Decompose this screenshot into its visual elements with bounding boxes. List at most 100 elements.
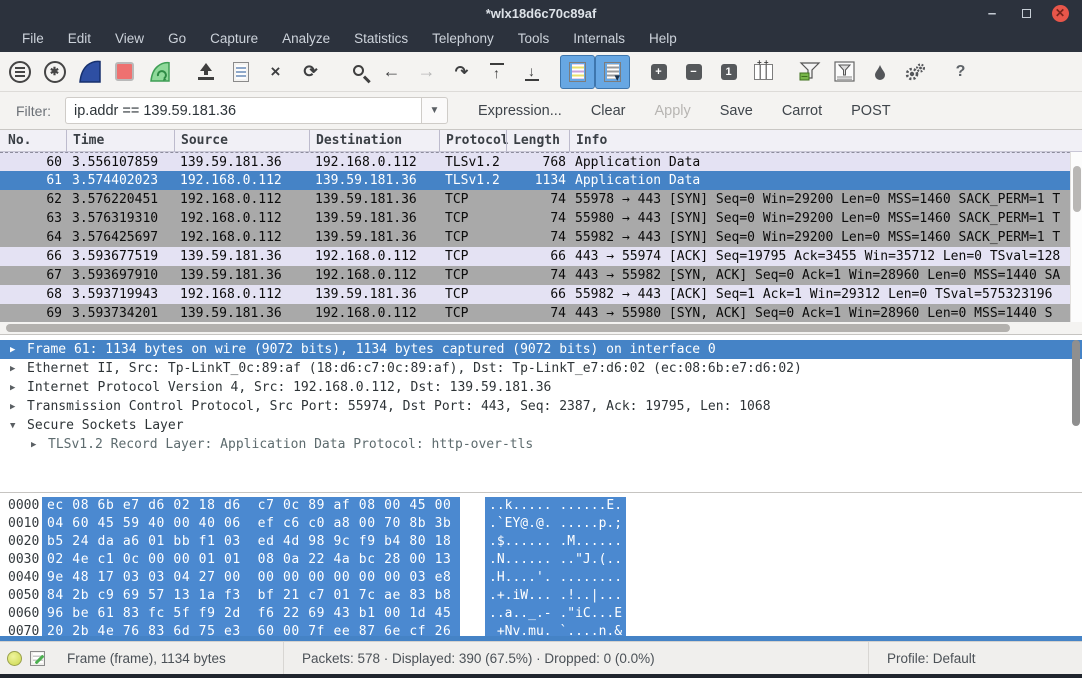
colorize-toggle[interactable] xyxy=(560,55,595,89)
detail-text: Internet Protocol Version 4, Src: 192.16… xyxy=(27,378,551,397)
collapsed-triangle-icon[interactable]: ▶ xyxy=(10,360,15,379)
hex-row-0050[interactable]: 005084 2b c9 69 57 13 1a f3 bf 21 c7 01 … xyxy=(0,587,1082,605)
packet-row-67[interactable]: 673.593697910139.59.181.36192.168.0.112T… xyxy=(0,266,1070,285)
packet-list-vscrollbar-thumb[interactable] xyxy=(1073,166,1081,212)
cell-info: 443 → 55974 [ACK] Seq=19795 Ack=3455 Win… xyxy=(575,247,1067,266)
detail-line-4[interactable]: ▼Secure Sockets Layer xyxy=(0,416,1082,435)
open-file-button[interactable] xyxy=(188,55,223,89)
hex-row-0020[interactable]: 0020b5 24 da a6 01 bb f1 03 ed 4d 98 9c … xyxy=(0,533,1082,551)
zoom-100-button[interactable]: 1 xyxy=(711,55,746,89)
help-button[interactable]: ? xyxy=(943,55,978,89)
column-header-destination[interactable]: Destination xyxy=(309,130,402,152)
menu-capture[interactable]: Capture xyxy=(198,26,270,52)
column-header-no[interactable]: No. xyxy=(2,130,31,152)
hex-row-0010[interactable]: 001004 60 45 59 40 00 40 06 ef c6 c0 a8 … xyxy=(0,515,1082,533)
filter-button-save[interactable]: Save xyxy=(720,103,753,119)
hex-row-0040[interactable]: 00409e 48 17 03 03 04 27 00 00 00 00 00 … xyxy=(0,569,1082,587)
collapsed-triangle-icon[interactable]: ▶ xyxy=(10,341,15,360)
zoom-out-icon: − xyxy=(686,64,702,80)
filter-button-carrot[interactable]: Carrot xyxy=(782,103,822,119)
menu-help[interactable]: Help xyxy=(637,26,689,52)
stop-capture-button[interactable] xyxy=(107,55,142,89)
filter-dropdown-button[interactable]: ▼ xyxy=(421,97,448,124)
packet-list-hscrollbar[interactable] xyxy=(0,322,1082,334)
packet-row-62[interactable]: 623.576220451192.168.0.112139.59.181.36T… xyxy=(0,190,1070,209)
details-vscrollbar-thumb[interactable] xyxy=(1072,340,1080,426)
packet-list-vscrollbar[interactable] xyxy=(1070,152,1082,322)
capture-comment-icon[interactable] xyxy=(30,651,45,666)
packet-row-69[interactable]: 693.593734201139.59.181.36192.168.0.112T… xyxy=(0,304,1070,322)
menu-go[interactable]: Go xyxy=(156,26,198,52)
coloring-rules-button[interactable] xyxy=(862,55,897,89)
collapsed-triangle-icon[interactable]: ▶ xyxy=(31,436,36,455)
menu-view[interactable]: View xyxy=(103,26,156,52)
menu-edit[interactable]: Edit xyxy=(56,26,103,52)
filter-input[interactable] xyxy=(65,97,421,124)
column-header-time[interactable]: Time xyxy=(66,130,104,152)
close-button[interactable]: ✕ xyxy=(1048,0,1072,26)
collapsed-triangle-icon[interactable]: ▶ xyxy=(10,398,15,417)
menu-analyze[interactable]: Analyze xyxy=(270,26,342,52)
capture-options-button[interactable]: ✱ xyxy=(37,55,72,89)
restart-capture-button[interactable] xyxy=(142,55,177,89)
detail-line-2[interactable]: ▶ Internet Protocol Version 4, Src: 192.1… xyxy=(0,378,1082,397)
go-back-button[interactable]: ← xyxy=(374,55,409,89)
expert-info-icon[interactable] xyxy=(7,651,22,666)
hex-row-0030[interactable]: 003002 4e c1 0c 00 00 01 01 08 0a 22 4a … xyxy=(0,551,1082,569)
cell-info: 55982 → 443 [SYN] Seq=0 Win=29200 Len=0 … xyxy=(575,228,1067,247)
go-to-packet-button[interactable]: ↷ xyxy=(444,55,479,89)
detail-line-5[interactable]: ▶TLSv1.2 Record Layer: Application Data … xyxy=(0,435,1082,454)
preferences-button[interactable] xyxy=(897,55,932,89)
column-header-source[interactable]: Source xyxy=(174,130,228,152)
hex-bytes: b5 24 da a6 01 bb f1 03 ed 4d 98 9c f9 b… xyxy=(47,533,451,551)
auto-scroll-toggle[interactable] xyxy=(595,55,630,89)
menu-bar: FileEditViewGoCaptureAnalyzeStatisticsTe… xyxy=(0,26,1082,52)
packet-row-63[interactable]: 633.576319310192.168.0.112139.59.181.36T… xyxy=(0,209,1070,228)
cell-time: 3.593677519 xyxy=(72,247,158,266)
packet-list-hscrollbar-thumb[interactable] xyxy=(6,324,1010,332)
filter-button-clear[interactable]: Clear xyxy=(591,103,626,119)
zoom-in-button[interactable]: + xyxy=(641,55,676,89)
packet-row-64[interactable]: 643.576425697192.168.0.112139.59.181.36T… xyxy=(0,228,1070,247)
go-to-top-button[interactable]: ↑ xyxy=(479,55,514,89)
menu-internals[interactable]: Internals xyxy=(561,26,637,52)
display-filters-button[interactable] xyxy=(827,55,862,89)
maximize-button[interactable] xyxy=(1014,0,1038,26)
details-vscrollbar[interactable] xyxy=(1071,340,1081,486)
column-header-info[interactable]: Info xyxy=(569,130,607,152)
packet-row-60[interactable]: 603.556107859139.59.181.36192.168.0.112T… xyxy=(0,152,1070,171)
packet-row-66[interactable]: 663.593677519139.59.181.36192.168.0.112T… xyxy=(0,247,1070,266)
hex-row-0060[interactable]: 006096 be 61 83 fc 5f f9 2d f6 22 69 43 … xyxy=(0,605,1082,623)
status-profile[interactable]: Profile: Default xyxy=(868,642,1082,674)
menu-tools[interactable]: Tools xyxy=(506,26,562,52)
collapsed-triangle-icon[interactable]: ▶ xyxy=(10,379,15,398)
filter-button-post[interactable]: POST xyxy=(851,103,890,119)
column-header-protocol[interactable]: Protocol xyxy=(439,130,509,152)
expanded-triangle-icon[interactable]: ▼ xyxy=(10,417,15,436)
save-as-icon xyxy=(233,62,249,82)
start-capture-button[interactable] xyxy=(72,55,107,89)
detail-line-1[interactable]: ▶Ethernet II, Src: Tp-LinkT_0c:89:af (18… xyxy=(0,359,1082,378)
find-packet-button[interactable] xyxy=(339,55,374,89)
find-packet-icon xyxy=(353,65,364,76)
column-header-length[interactable]: Length xyxy=(506,130,560,152)
close-file-button[interactable]: × xyxy=(258,55,293,89)
hex-row-0000[interactable]: 0000ec 08 6b e7 d6 02 18 d6 c7 0c 89 af … xyxy=(0,497,1082,515)
menu-statistics[interactable]: Statistics xyxy=(342,26,420,52)
menu-file[interactable]: File xyxy=(10,26,56,52)
zoom-out-button[interactable]: − xyxy=(676,55,711,89)
go-to-bottom-button[interactable]: ↓ xyxy=(514,55,549,89)
minimize-button[interactable]: – xyxy=(980,0,1004,26)
packet-row-68[interactable]: 683.593719943192.168.0.112139.59.181.36T… xyxy=(0,285,1070,304)
filter-button-expression[interactable]: Expression... xyxy=(478,103,562,119)
save-as-button[interactable] xyxy=(223,55,258,89)
resize-columns-button[interactable] xyxy=(746,55,781,89)
detail-line-0[interactable]: ▶Frame 61: 1134 bytes on wire (9072 bits… xyxy=(0,340,1082,359)
go-forward-button[interactable]: → xyxy=(409,55,444,89)
menu-telephony[interactable]: Telephony xyxy=(420,26,506,52)
detail-line-3[interactable]: ▶Transmission Control Protocol, Src Port… xyxy=(0,397,1082,416)
capture-filters-button[interactable] xyxy=(792,55,827,89)
list-interfaces-button[interactable] xyxy=(2,55,37,89)
reload-button[interactable]: ⟳ xyxy=(293,55,328,89)
packet-row-61[interactable]: 613.574402023192.168.0.112139.59.181.36T… xyxy=(0,171,1070,190)
